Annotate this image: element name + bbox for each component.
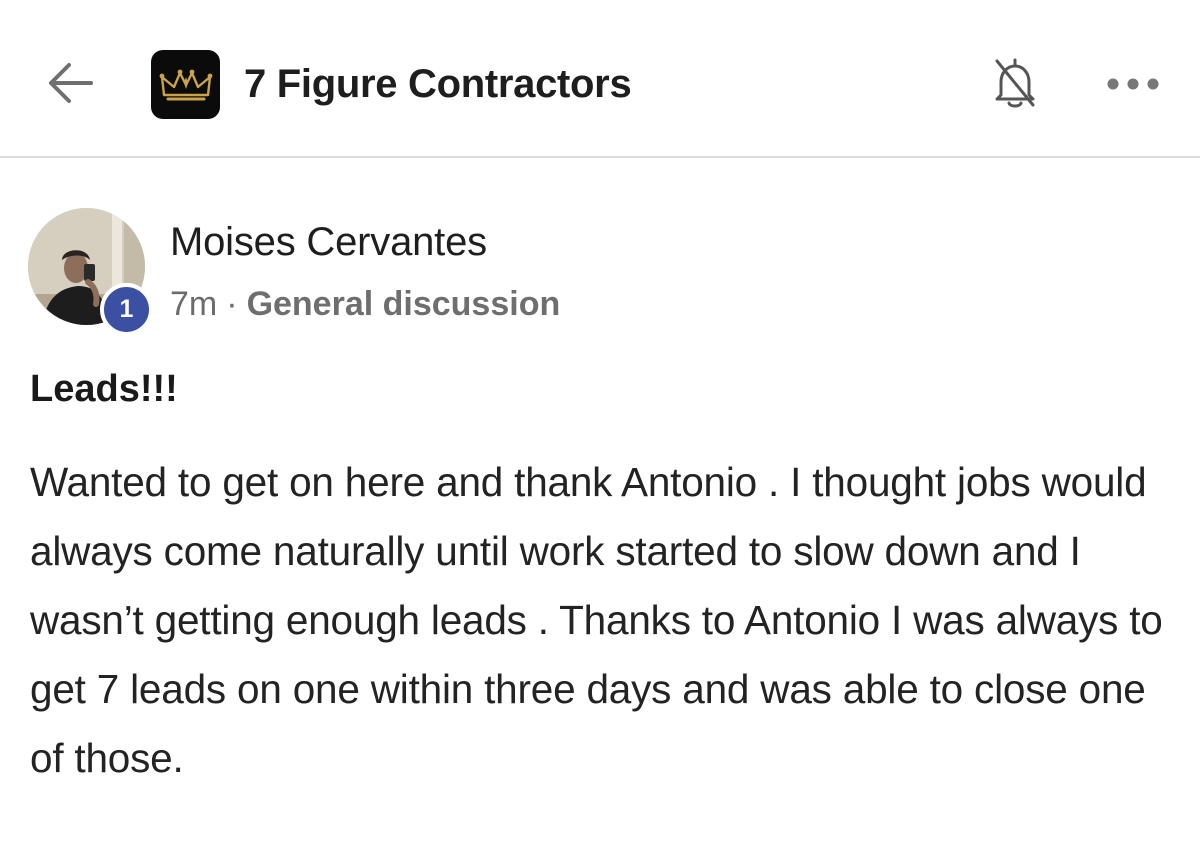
group-name[interactable]: 7 Figure Contractors (244, 58, 632, 110)
bell-off-icon (995, 58, 1035, 108)
meta-separator: · (226, 285, 238, 323)
notifications-toggle-button[interactable] (984, 52, 1046, 114)
level-badge: 1 (100, 283, 153, 336)
arrow-left-icon (49, 63, 93, 103)
author-name[interactable]: Moises Cervantes (170, 216, 487, 268)
group-logo[interactable] (151, 50, 220, 119)
crown-logo-icon (159, 69, 212, 100)
more-options-button[interactable] (1098, 64, 1168, 104)
post-time: 7m (170, 285, 218, 323)
post-meta: 7m · General discussion (170, 282, 560, 326)
post-category-link[interactable]: General discussion (247, 285, 561, 323)
post-title: Leads!!! (30, 368, 178, 410)
more-horizontal-icon (1107, 78, 1159, 90)
post-screen: 7 Figure Contractors 1 Moises Cervantes … (0, 0, 1200, 845)
top-bar: 7 Figure Contractors (0, 0, 1200, 158)
back-button[interactable] (40, 55, 100, 111)
post-body: Wanted to get on here and thank Antonio … (30, 459, 1163, 781)
